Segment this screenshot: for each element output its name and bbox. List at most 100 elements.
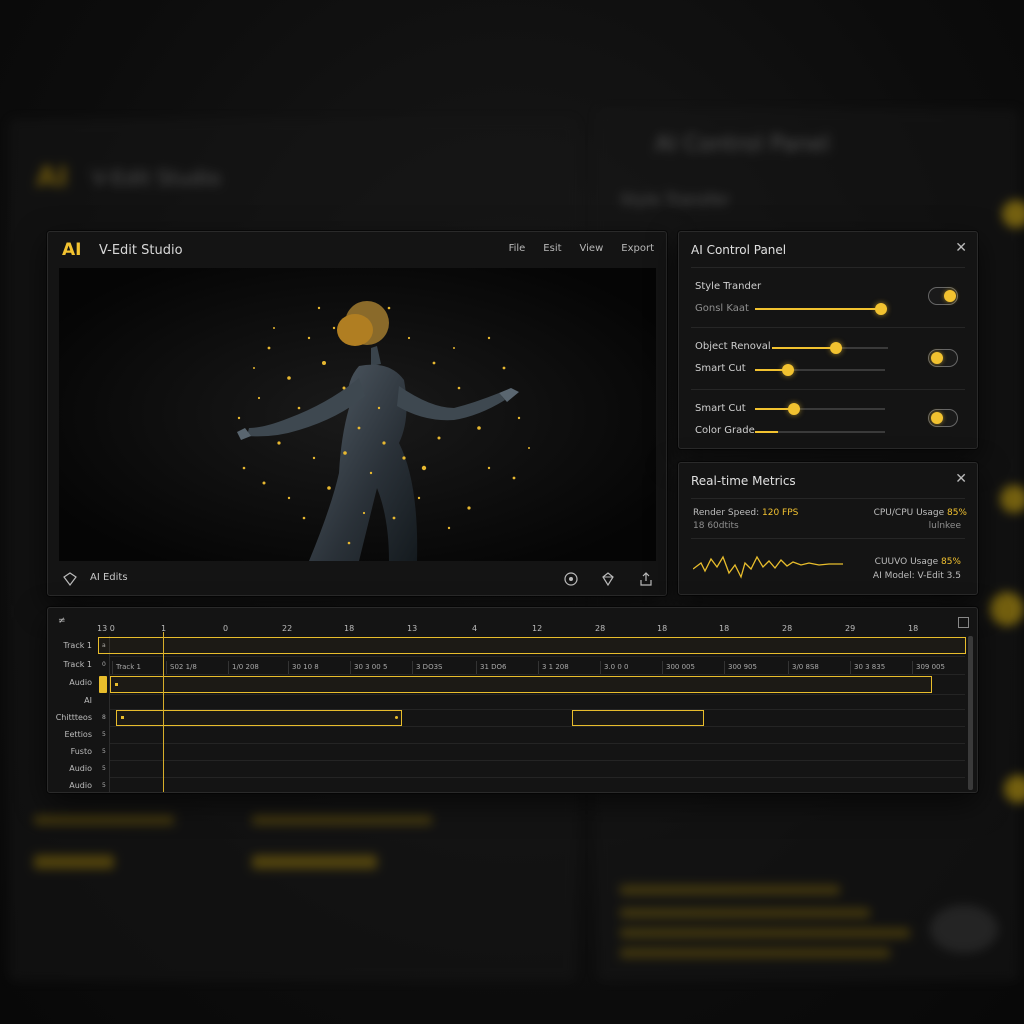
track-label: Audio (69, 781, 92, 790)
row-separator (110, 656, 965, 657)
track-marker: 5 (102, 731, 106, 738)
audio-track-handle[interactable] (99, 676, 107, 693)
tick: 13 0 (97, 624, 115, 633)
tick: 18 (344, 624, 355, 633)
ghost-title: V-Edit Studio (92, 166, 221, 190)
ghost-knob-1 (1002, 200, 1024, 228)
tick: 18 (719, 624, 730, 633)
menu-export[interactable]: Export (621, 243, 654, 254)
tick: 18 (657, 624, 668, 633)
track-label: Audio (69, 764, 92, 773)
divider (691, 498, 965, 499)
effects-clip-1[interactable] (116, 710, 402, 726)
track-marker: 5 (102, 748, 106, 755)
tick: 29 (845, 624, 856, 633)
track-label: Audio (69, 678, 92, 687)
style-strength-slider[interactable] (755, 303, 888, 315)
divider (691, 327, 965, 328)
tick: 28 (595, 624, 606, 633)
style-strength-label: Gonsl Kaat (695, 303, 749, 314)
export-icon[interactable] (638, 571, 654, 587)
ruler-cell: 3.0 0 0 (600, 661, 629, 674)
color-grade-slider[interactable] (755, 431, 885, 433)
row-separator (110, 694, 965, 695)
diamond-icon[interactable] (600, 571, 616, 587)
ruler-cell: 30 10 8 (288, 661, 319, 674)
color-grade-label: Color Grade (695, 425, 755, 436)
object-removal-slider[interactable] (772, 342, 888, 354)
cpu-usage-sub: lulnkee (928, 521, 961, 531)
cpu-usage-readout: CPU/CPU Usage 85% (873, 508, 967, 518)
row-separator (110, 760, 965, 761)
menu-edit[interactable]: Esit (543, 243, 561, 254)
preview-frame (59, 268, 656, 561)
track-marker: 0 (102, 661, 106, 668)
tick: 22 (282, 624, 293, 633)
tick: 28 (782, 624, 793, 633)
ruler-cell: 30 3 00 5 (350, 661, 387, 674)
object-removal-label: Object Renoval (695, 341, 771, 352)
ai-model-readout: AI Model: V-Edit 3.5 (872, 571, 961, 581)
ruler-cell: Track 1 (112, 661, 141, 674)
menu-view[interactable]: View (580, 243, 604, 254)
target-icon[interactable] (563, 571, 579, 587)
cube-icon[interactable] (62, 571, 78, 587)
track-label: Track 1 (63, 660, 92, 669)
ghost-logo: AI (36, 160, 69, 193)
smart-cut-slider-2[interactable] (755, 403, 885, 415)
menu-file[interactable]: File (509, 243, 526, 254)
tick: 18 (908, 624, 919, 633)
maximize-icon[interactable] (958, 617, 969, 628)
playhead[interactable] (163, 632, 164, 792)
ai-panel-close-button[interactable]: ✕ (955, 240, 967, 256)
tick: 4 (472, 624, 478, 633)
ghost-knob-3 (990, 592, 1024, 626)
ruler-cell: 300 005 (662, 661, 695, 674)
smart-cut-label: Smart Cut (695, 363, 746, 374)
smart-cut-slider[interactable] (755, 364, 885, 376)
ruler-cell: 31 DO6 (476, 661, 507, 674)
metrics-panel: Real-time Metrics ✕ Render Speed: 120 FP… (678, 462, 978, 595)
metrics-close-button[interactable]: ✕ (955, 471, 967, 487)
metrics-title: Real-time Metrics (691, 474, 796, 488)
ai-edits-label[interactable]: AI Edits (90, 572, 128, 583)
app-logo: AI (62, 240, 82, 260)
tick: 13 (407, 624, 418, 633)
style-transfer-label: Style Trander (695, 281, 762, 292)
track-marker: 5 (102, 782, 106, 789)
video-clip-track-1[interactable] (98, 637, 966, 654)
ghost-knob-2 (1000, 485, 1024, 513)
ruler-cell: 30 3 835 (850, 661, 885, 674)
smart-cut-label-2: Smart Cut (695, 403, 746, 414)
timeline-corner-icon: ≠ (58, 616, 66, 626)
divider (691, 538, 965, 539)
timeline-panel: ≠ 13 0 1 0 22 18 13 4 12 28 18 18 28 29 … (47, 607, 978, 793)
track-label: Track 1 (63, 641, 92, 650)
smart-cut-toggle[interactable] (928, 409, 958, 427)
object-removal-toggle[interactable] (928, 349, 958, 367)
tick: 12 (532, 624, 543, 633)
style-transfer-toggle[interactable] (928, 287, 958, 305)
video-preview[interactable] (59, 268, 656, 561)
render-speed-readout: Render Speed: 120 FPS (693, 508, 799, 518)
effects-clip-2[interactable] (572, 710, 704, 726)
gpu-usage-readout: CUUVO Usage 85% (874, 557, 961, 567)
menu-bar: File Esit View Export (509, 243, 654, 254)
row-separator (110, 777, 965, 778)
ai-panel-title: AI Control Panel (691, 243, 787, 257)
performance-waveform (693, 555, 843, 579)
track-label: Chittteos (55, 713, 92, 722)
tick: 0 (223, 624, 229, 633)
editor-footer: AI Edits (48, 562, 666, 596)
track-label: Eettios (64, 730, 92, 739)
track-marker: 8 (102, 714, 106, 721)
ruler-cell: 3/0 8S8 (788, 661, 819, 674)
ghost-knob-4 (1004, 775, 1024, 803)
row-separator (110, 726, 965, 727)
render-speed-sub: 18 60dtits (693, 521, 739, 531)
ghost-style-label: Style Transfer (620, 190, 730, 209)
row-separator (110, 743, 965, 744)
editor-window: AI V-Edit Studio File Esit View Export A… (47, 231, 667, 596)
audio-clip[interactable] (110, 676, 932, 693)
timeline-scrollbar[interactable] (968, 636, 973, 790)
